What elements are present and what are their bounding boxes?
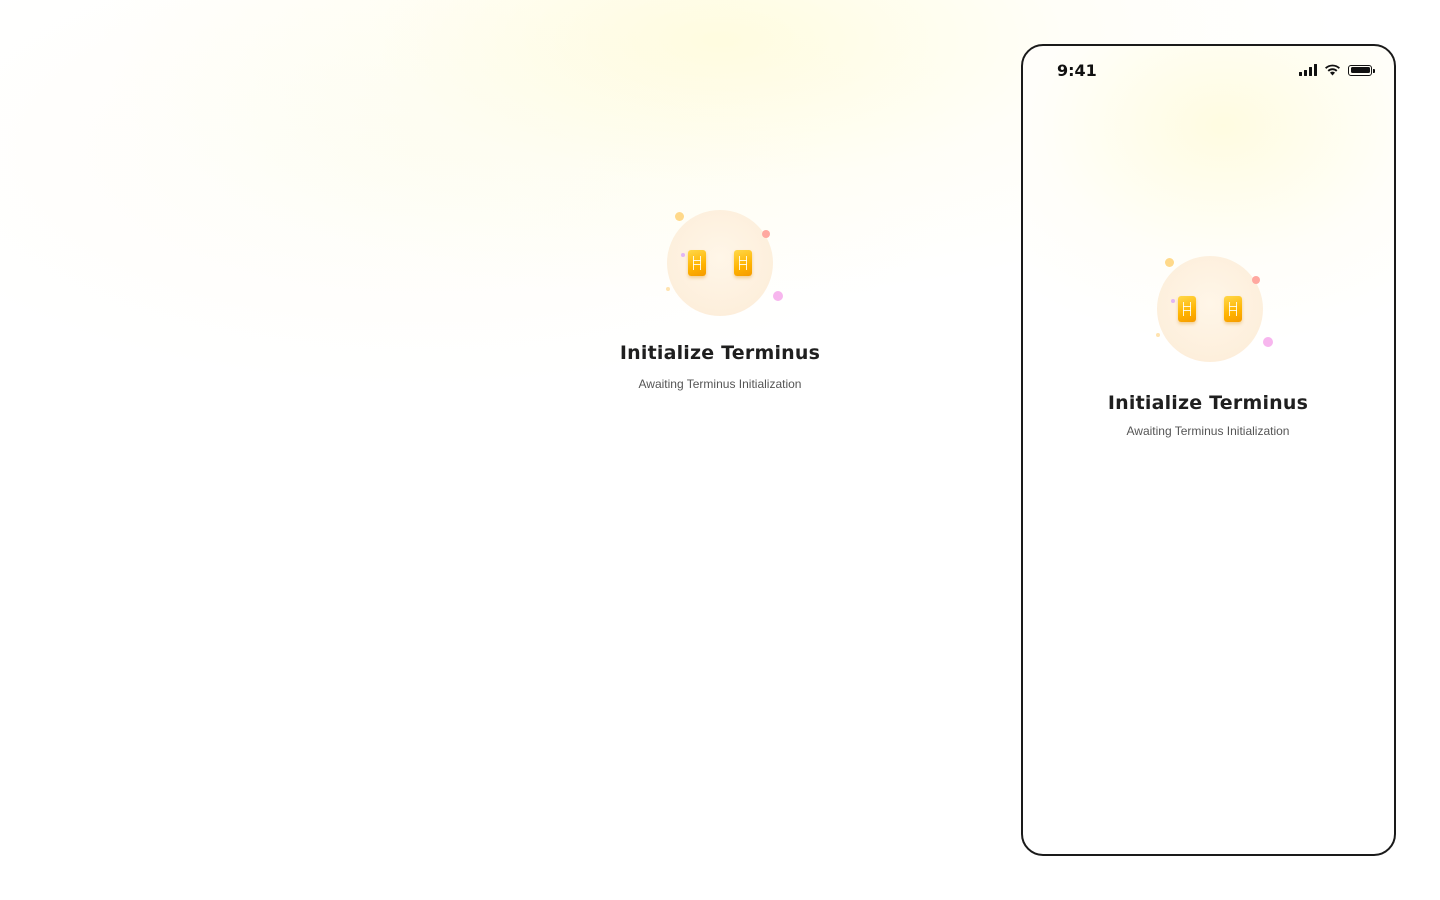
decor-dot [1156, 333, 1160, 337]
status-time: 9:41 [1057, 61, 1097, 80]
mobile-page-title: Initialize Terminus [1107, 392, 1309, 414]
terminal-card-icon [734, 250, 752, 276]
terminal-card-icon [1178, 296, 1196, 322]
decor-dot [1171, 299, 1175, 303]
decor-dot [773, 291, 783, 301]
terminal-card-icon [1224, 296, 1242, 322]
battery-icon [1348, 64, 1375, 76]
decor-dot [666, 287, 670, 291]
wifi-icon [1325, 64, 1340, 76]
terminus-illustration [650, 200, 783, 320]
terminal-card-icon [688, 250, 706, 276]
page: Initialize Terminus Awaiting Terminus In… [0, 0, 1440, 900]
decor-dot [675, 212, 684, 221]
mobile-preview-frame: 9:41 Initialize Terminus Awaiting Termin… [1021, 44, 1396, 856]
decor-dot [681, 253, 685, 257]
decor-dot [762, 230, 770, 238]
decor-dot [1165, 258, 1174, 267]
illustration-disc [1157, 256, 1263, 362]
terminus-illustration [1140, 246, 1273, 366]
decor-dot [1263, 337, 1273, 347]
page-title: Initialize Terminus [619, 342, 821, 364]
mobile-page-subtitle: Awaiting Terminus Initialization [1126, 424, 1290, 438]
status-bar: 9:41 [1023, 46, 1394, 96]
decor-dot [1252, 276, 1260, 284]
page-subtitle: Awaiting Terminus Initialization [638, 377, 802, 391]
status-icons [1299, 64, 1375, 76]
illustration-disc [667, 210, 773, 316]
cellular-signal-icon [1299, 64, 1317, 76]
